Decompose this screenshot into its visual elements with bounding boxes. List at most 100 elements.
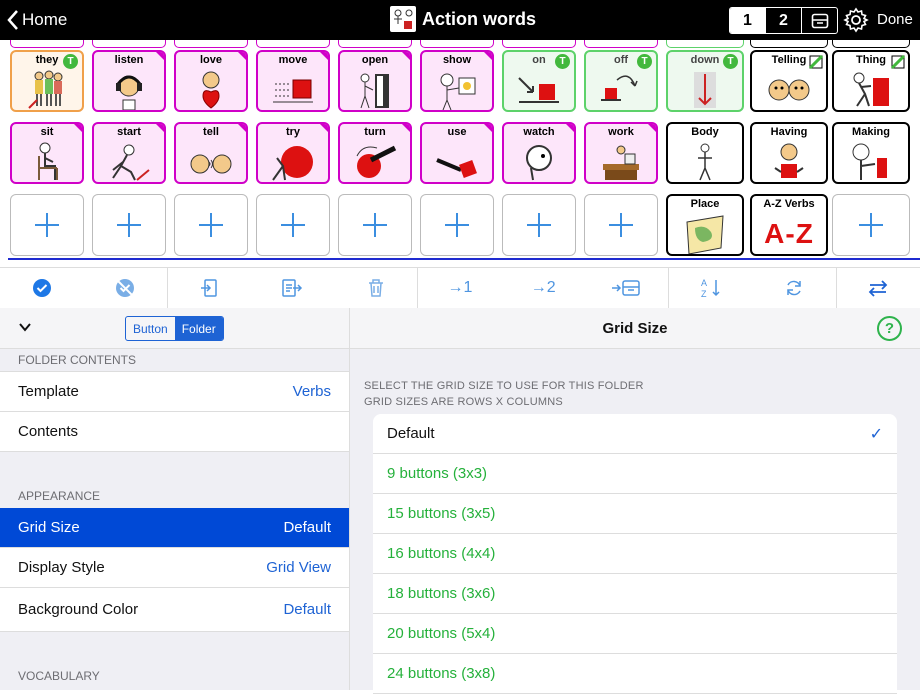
button-work[interactable]: work [584,122,658,184]
grid-size-description: SELECT THE GRID SIZE TO USE FOR THIS FOL… [364,378,644,410]
help-icon[interactable]: ? [877,316,902,341]
button-tell[interactable]: tell [174,122,248,184]
empty-button-slot[interactable] [832,194,910,256]
move-box-icon [273,79,313,103]
button-label: love [199,54,222,66]
grid-option[interactable]: 9 buttons (3x3) [373,454,897,494]
import-button[interactable] [166,268,251,308]
page-1-button[interactable]: 1 [730,8,766,33]
plus-icon [35,213,59,237]
gear-icon [843,7,869,33]
home-label: Home [22,10,68,29]
select-all-button[interactable] [0,268,83,308]
grid-option[interactable]: 16 buttons (4x4) [373,534,897,574]
folder-corner-icon [891,55,905,69]
paste-button[interactable] [251,268,334,308]
chevron-down-icon[interactable] [18,320,32,334]
swap-icon [869,280,888,297]
delete-button[interactable] [334,268,417,308]
empty-button-slot[interactable] [338,194,412,256]
empty-button-slot[interactable] [584,194,658,256]
button-grid: they T listen love move open show on T o… [0,40,920,266]
option-label: 15 buttons (3x5) [387,505,496,522]
button-label: try [285,126,301,138]
folder-place[interactable]: Place [666,194,744,256]
use-tool-icon [436,158,477,178]
button-label: start [117,126,141,138]
plus-icon [859,213,883,237]
move-to-page-1-button[interactable]: →1 [417,268,501,308]
move-to-drawer-button[interactable] [585,268,668,308]
empty-button-slot[interactable] [92,194,166,256]
deselect-all-button[interactable] [83,268,166,308]
contents-row[interactable]: Contents [0,412,349,452]
grid-option[interactable]: 20 buttons (5x4) [373,614,897,654]
sort-button[interactable]: AZ [668,268,752,308]
home-back-button[interactable]: Home [6,9,67,31]
folder-body[interactable]: Body [666,122,744,184]
grid-option[interactable]: 15 buttons (3x5) [373,494,897,534]
grid-size-row[interactable]: Grid Size Default [0,508,349,548]
button-down[interactable]: down T [666,50,744,112]
button-love[interactable]: love [174,50,248,112]
template-label: Template [18,383,79,400]
empty-button-slot[interactable] [256,194,330,256]
option-label: 20 buttons (5x4) [387,625,496,642]
partial-cell [666,40,744,48]
background-color-row[interactable]: Background Color Default [0,588,349,632]
display-style-row[interactable]: Display Style Grid View [0,548,349,588]
button-sit[interactable]: sit [10,122,84,184]
button-start[interactable]: start [92,122,166,184]
page-2-button[interactable]: 2 [766,8,802,33]
button-use[interactable]: use [420,122,494,184]
button-listen[interactable]: listen [92,50,166,112]
check-circle-icon [32,279,51,297]
done-button[interactable]: Done [877,11,913,28]
button-label: Having [770,126,808,138]
template-row[interactable]: Template Verbs [0,371,349,412]
vocabulary-header: VOCABULARY [18,669,100,683]
folder-making[interactable]: Making [832,122,910,184]
refresh-button[interactable] [752,268,835,308]
swap-button[interactable] [835,268,920,308]
folder-having[interactable]: Having [750,122,828,184]
grid-option[interactable]: 24 buttons (3x8) [373,654,897,694]
folder-thing[interactable]: Thing [832,50,910,112]
settings-button[interactable] [842,6,870,39]
button-try[interactable]: try [256,122,330,184]
panel-title: Grid Size [602,320,668,337]
button-turn[interactable]: turn [338,122,412,184]
segment-button[interactable]: Button [126,317,175,340]
button-they[interactable]: they T [10,50,84,112]
segment-folder[interactable]: Folder [174,317,223,340]
partial-cell [92,40,166,48]
button-move[interactable]: move [256,50,330,112]
folder-a-z-verbs[interactable]: A-Z Verbs A-Z [750,194,828,256]
sort-az-icon: AZ [701,278,720,299]
grid-option[interactable]: 18 buttons (3x6) [373,574,897,614]
partial-cell [832,40,910,48]
drawer-button[interactable] [802,8,837,33]
move-to-page-2-button[interactable]: →2 [502,268,585,308]
grid-option-default[interactable]: Default ✓ [373,414,897,454]
empty-button-slot[interactable] [502,194,576,256]
description-line-2: GRID SIZES ARE ROWS X COLUMNS [364,396,563,408]
checkmark-icon: ✓ [869,425,883,443]
empty-button-slot[interactable] [174,194,248,256]
chevron-left-icon [7,10,18,30]
button-off[interactable]: off T [584,50,658,112]
button-on[interactable]: on T [502,50,576,112]
button-watch[interactable]: watch [502,122,576,184]
folder-telling[interactable]: Telling [750,50,828,112]
grid-size-options: Default ✓ 9 buttons (3x3) 15 buttons (3x… [373,414,897,694]
empty-button-slot[interactable] [10,194,84,256]
folder-contents-header: FOLDER CONTENTS [18,353,137,367]
button-label: move [278,54,308,66]
button-show[interactable]: show [420,50,494,112]
button-label: open [361,54,389,66]
folder-corner-icon [809,55,823,69]
tell-faces-icon [190,154,232,174]
empty-button-slot[interactable] [420,194,494,256]
background-color-label: Background Color [18,601,139,618]
button-open[interactable]: open [338,50,412,112]
